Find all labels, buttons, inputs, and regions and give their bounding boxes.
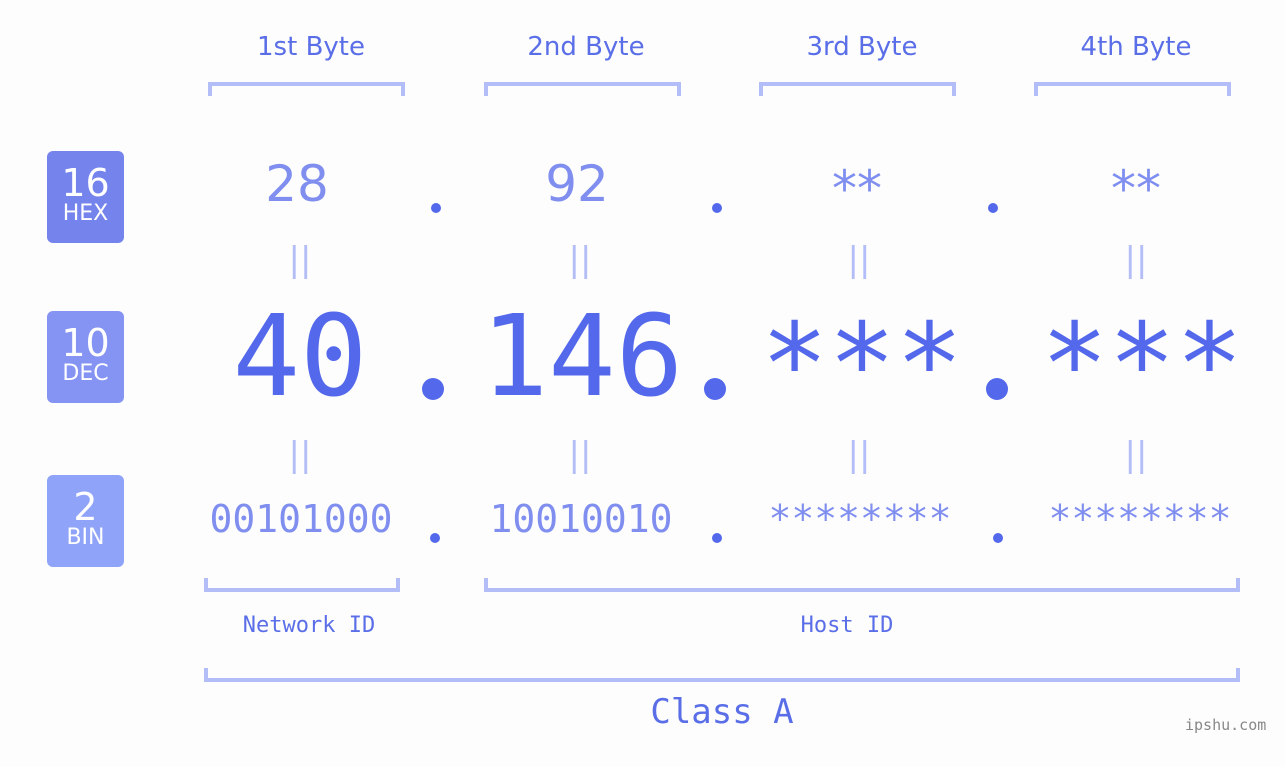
hex-value-1: 28 xyxy=(265,155,329,213)
bin-badge: 2 BIN xyxy=(47,475,124,567)
bin-value-1: 00101000 xyxy=(209,497,393,541)
hex-badge-label: HEX xyxy=(62,201,109,226)
hex-value-4: ** xyxy=(1111,160,1161,218)
byte-bracket-2 xyxy=(484,82,681,96)
class-bracket xyxy=(204,668,1240,682)
dec-dot-1 xyxy=(422,378,444,400)
network-id-label: Network ID xyxy=(242,613,376,638)
dec-value-3: *** xyxy=(760,300,964,430)
class-label: Class A xyxy=(650,692,794,732)
equals-sign: || xyxy=(288,240,312,280)
hex-badge-number: 16 xyxy=(61,161,110,205)
bin-badge-number: 2 xyxy=(73,485,98,529)
bin-value-3: ******** xyxy=(768,497,952,541)
host-id-label: Host ID xyxy=(800,613,894,638)
host-id-bracket xyxy=(484,578,1240,592)
bin-value-4: ******** xyxy=(1048,497,1232,541)
equals-sign: || xyxy=(847,435,871,475)
dec-value-1: 40 xyxy=(232,292,368,422)
byte-header-3: 3rd Byte xyxy=(806,32,918,62)
bin-dot-1 xyxy=(430,533,440,543)
hex-value-2: 92 xyxy=(545,155,609,213)
byte-bracket-3 xyxy=(759,82,956,96)
bin-dot-3 xyxy=(993,533,1003,543)
hex-dot-3 xyxy=(988,203,998,213)
equals-sign: || xyxy=(568,240,592,280)
dec-value-2: 146 xyxy=(480,292,684,422)
hex-badge: 16 HEX xyxy=(47,151,124,243)
byte-header-2: 2nd Byte xyxy=(527,32,645,62)
byte-header-4: 4th Byte xyxy=(1080,32,1192,62)
network-id-bracket xyxy=(204,578,400,592)
watermark: ipshu.com xyxy=(1185,716,1267,734)
equals-sign: || xyxy=(847,240,871,280)
dec-badge: 10 DEC xyxy=(47,311,124,403)
dec-value-4: *** xyxy=(1040,300,1244,430)
equals-sign: || xyxy=(288,435,312,475)
equals-sign: || xyxy=(1124,240,1148,280)
hex-dot-2 xyxy=(712,203,722,213)
equals-sign: || xyxy=(1124,435,1148,475)
byte-bracket-1 xyxy=(208,82,405,96)
bin-badge-label: BIN xyxy=(66,525,105,550)
bin-dot-2 xyxy=(712,533,722,543)
byte-bracket-4 xyxy=(1034,82,1231,96)
byte-header-1: 1st Byte xyxy=(257,32,365,62)
dec-dot-2 xyxy=(704,378,726,400)
equals-sign: || xyxy=(568,435,592,475)
dec-dot-3 xyxy=(986,378,1008,400)
dec-badge-label: DEC xyxy=(62,361,109,386)
hex-dot-1 xyxy=(431,203,441,213)
dec-badge-number: 10 xyxy=(61,321,110,365)
hex-value-3: ** xyxy=(832,160,882,218)
bin-value-2: 10010010 xyxy=(489,497,673,541)
